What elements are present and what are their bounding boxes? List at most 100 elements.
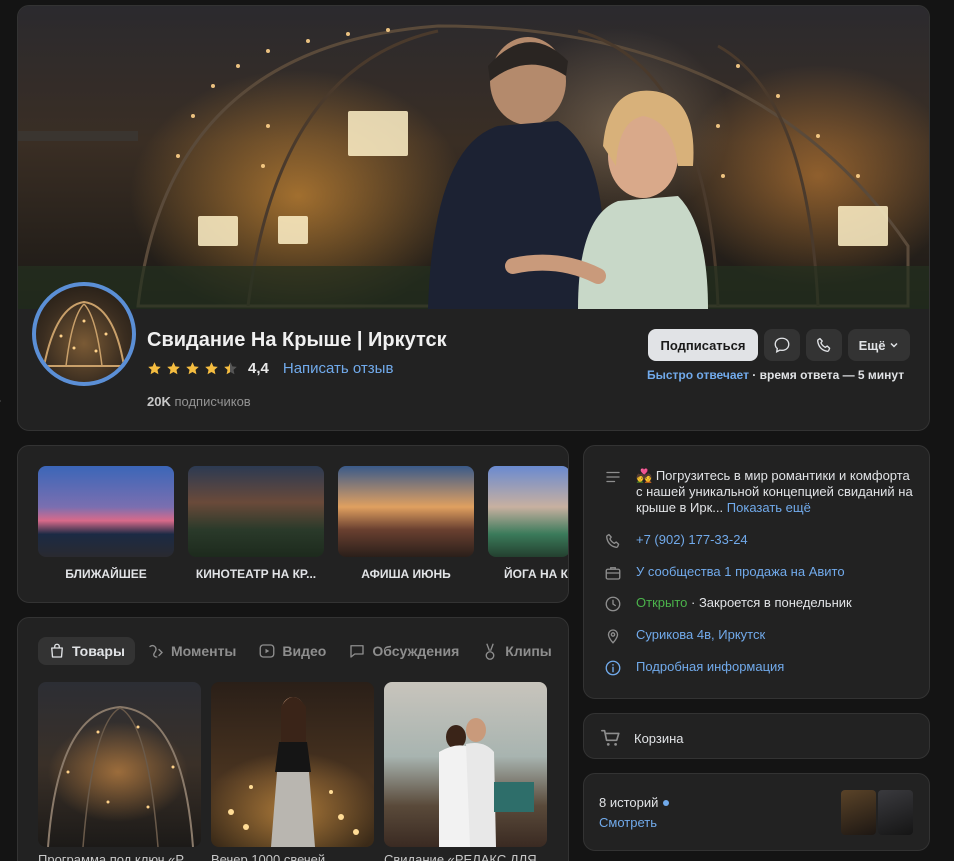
discussions-icon bbox=[350, 645, 365, 658]
stories-count-label: 8 историй bbox=[599, 795, 659, 810]
couple-emoji-icon: 💑 bbox=[636, 468, 653, 483]
couple-photo bbox=[428, 37, 708, 309]
woman-candles-image bbox=[228, 697, 359, 847]
highlight-item[interactable]: АФИША ИЮНЬ bbox=[338, 466, 474, 581]
content-tabs-section: Товары Моменты Видео Обсуждения Клипы Пр… bbox=[17, 617, 569, 861]
cart-icon bbox=[601, 729, 620, 746]
product-image bbox=[38, 682, 201, 848]
more-button[interactable]: Ещё bbox=[848, 329, 910, 361]
product-card[interactable]: Свидание «РЕЛАКС ДЛЯ bbox=[384, 682, 547, 861]
stories-watch-link[interactable]: Смотреть bbox=[599, 815, 657, 830]
tab-video[interactable]: Видео bbox=[248, 637, 336, 665]
community-info: 💑 Погрузитесь в мир романтики и комфорта… bbox=[583, 445, 930, 699]
stories-count: 8 историй bbox=[599, 795, 670, 810]
address-link[interactable]: Сурикова 4в, Иркутск bbox=[636, 627, 765, 645]
subscribe-button[interactable]: Подписаться bbox=[648, 329, 758, 361]
description: 💑 Погрузитесь в мир романтики и комфорта… bbox=[636, 468, 916, 516]
fast-reply-label: Быстро отвечает bbox=[647, 368, 749, 382]
tab-goods[interactable]: Товары bbox=[38, 637, 135, 665]
details-row[interactable]: Подробная информация bbox=[604, 659, 784, 677]
tab-moments[interactable]: Моменты bbox=[137, 637, 246, 665]
star-half-icon bbox=[224, 362, 237, 375]
chevron-down-icon bbox=[890, 342, 898, 348]
clock-icon bbox=[605, 596, 621, 612]
star-icon bbox=[148, 362, 161, 375]
new-stories-dot bbox=[663, 799, 670, 806]
cart-section[interactable]: Корзина bbox=[583, 713, 930, 759]
product-card[interactable]: Вечер 1000 свечей bbox=[211, 682, 374, 861]
star-icon bbox=[205, 362, 218, 375]
highlight-thumbnail bbox=[38, 466, 174, 557]
highlight-thumbnail bbox=[488, 466, 568, 557]
star-icon bbox=[167, 362, 180, 375]
message-button[interactable] bbox=[764, 329, 800, 361]
open-status: Открыто bbox=[636, 595, 688, 610]
tab-clips[interactable]: Клипы bbox=[471, 637, 561, 665]
product-image bbox=[384, 682, 547, 847]
avatar-dome-image bbox=[42, 300, 126, 367]
highlight-thumbnail bbox=[338, 466, 474, 557]
product-title: Программа под ключ «Р bbox=[38, 852, 185, 861]
page-title: Свидание На Крыше | Иркутск bbox=[147, 329, 447, 351]
subscribers-number: 20K bbox=[147, 394, 171, 409]
community-header: Свидание На Крыше | Иркутск 4,4 Написать… bbox=[17, 5, 930, 431]
highlight-label: КИНОТЕАТР НА КР... bbox=[195, 567, 317, 581]
video-icon bbox=[259, 644, 275, 658]
reply-time-info: Быстро отвечает · время ответа — 5 минут bbox=[647, 368, 904, 382]
cart-row[interactable]: Корзина bbox=[600, 727, 684, 749]
highlight-item[interactable]: БЛИЖАЙШЕЕ bbox=[38, 466, 174, 581]
cart-label: Корзина bbox=[634, 730, 684, 746]
highlight-label: ЙОГА НА К bbox=[504, 567, 568, 581]
highlight-item[interactable]: КИНОТЕАТР НА КР... bbox=[188, 466, 324, 581]
rating-value: 4,4 bbox=[248, 360, 269, 377]
address-row[interactable]: Сурикова 4в, Иркутск bbox=[604, 627, 765, 645]
story-thumbnail[interactable] bbox=[878, 790, 913, 835]
stories-section: 8 историй Смотреть bbox=[583, 773, 930, 851]
phone-icon bbox=[817, 337, 831, 352]
text-lines-icon bbox=[606, 471, 620, 483]
highlight-label: БЛИЖАЙШЕЕ bbox=[65, 567, 147, 581]
tab-label: Моменты bbox=[170, 643, 237, 659]
tab-label: Видео bbox=[282, 643, 327, 659]
location-pin-icon bbox=[607, 629, 619, 644]
highlight-item[interactable]: ЙОГА НА К bbox=[488, 466, 568, 581]
call-button[interactable] bbox=[806, 329, 842, 361]
tab-label: Товары bbox=[72, 643, 125, 659]
tab-label: Клипы bbox=[505, 643, 552, 659]
reply-time-label: · время ответа — 5 минут bbox=[752, 368, 905, 382]
highlight-label: АФИША ИЮНЬ bbox=[361, 567, 451, 581]
product-title: Вечер 1000 свечей bbox=[211, 852, 326, 861]
hours-status: Открыто · Закроется в понедельник bbox=[636, 595, 852, 613]
highlights-section: БЛИЖАЙШЕЕ КИНОТЕАТР НА КР... АФИША ИЮНЬ … bbox=[17, 445, 569, 603]
hours-row: Открыто · Закроется в понедельник bbox=[604, 595, 852, 613]
phone-row[interactable]: +7 (902) 177-33-24 bbox=[604, 532, 748, 550]
highlight-thumbnail bbox=[188, 466, 324, 557]
info-icon bbox=[605, 660, 621, 676]
write-review-link[interactable]: Написать отзыв bbox=[283, 360, 394, 377]
star-icon bbox=[186, 362, 199, 375]
cover-photo bbox=[18, 6, 929, 309]
phone-icon bbox=[606, 533, 620, 548]
clips-icon bbox=[485, 643, 495, 660]
avito-row[interactable]: У сообщества 1 продажа на Авито bbox=[604, 564, 845, 582]
moments-icon bbox=[149, 644, 163, 658]
details-link[interactable]: Подробная информация bbox=[636, 659, 784, 677]
phone-link[interactable]: +7 (902) 177-33-24 bbox=[636, 532, 748, 550]
content-tabs: Товары Моменты Видео Обсуждения Клипы bbox=[38, 637, 562, 665]
story-thumbnail[interactable] bbox=[841, 790, 876, 835]
close-time: · Закроется в понедельник bbox=[691, 595, 852, 610]
show-more-link[interactable]: Показать ещё bbox=[727, 500, 811, 515]
product-card[interactable]: Программа под ключ «Р bbox=[38, 682, 201, 861]
story-thumbnails[interactable] bbox=[841, 790, 913, 835]
chat-bubble-icon bbox=[774, 337, 790, 353]
shopping-bag-icon bbox=[51, 643, 63, 658]
subscribers-label: подписчиков bbox=[174, 394, 251, 409]
more-label: Ещё bbox=[858, 337, 886, 353]
subscribers-count[interactable]: 20K подписчиков bbox=[147, 394, 251, 409]
tab-discussions[interactable]: Обсуждения bbox=[338, 637, 469, 665]
product-image bbox=[211, 682, 374, 847]
avito-link[interactable]: У сообщества 1 продажа на Авито bbox=[636, 564, 845, 582]
briefcase-icon bbox=[605, 567, 621, 580]
community-avatar[interactable] bbox=[32, 282, 136, 386]
description-row: 💑 Погрузитесь в мир романтики и комфорта… bbox=[604, 468, 916, 516]
